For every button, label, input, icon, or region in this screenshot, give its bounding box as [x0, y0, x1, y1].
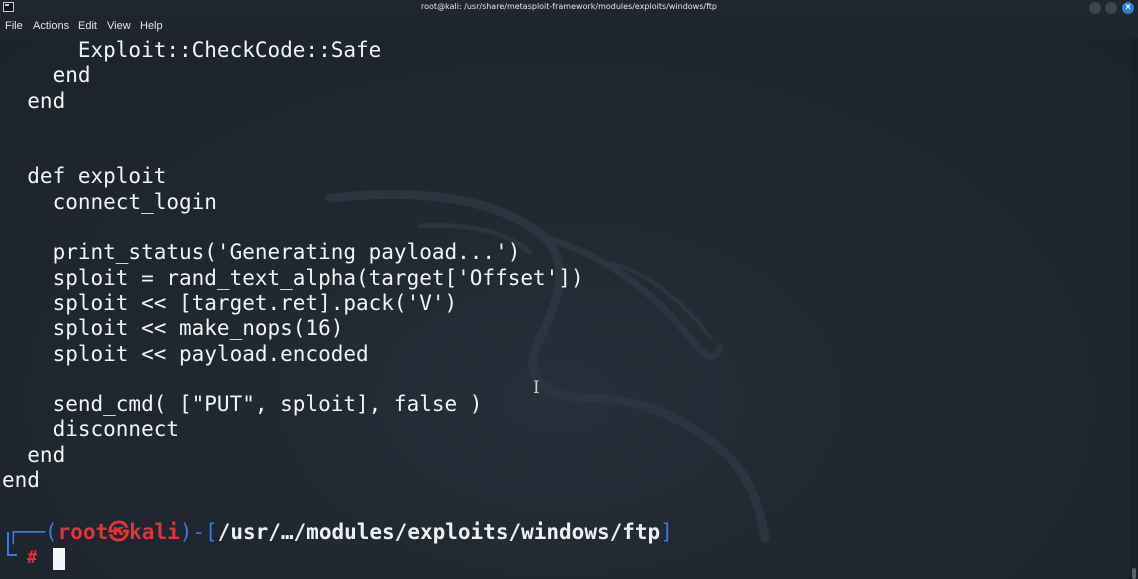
- prompt-close: ]: [660, 520, 673, 544]
- code-line: send_cmd( ["PUT", sploit], false ): [2, 392, 483, 417]
- shell-prompt: ┌──(root㉿kali)-[/usr/…/modules/exploits/…: [7, 519, 673, 545]
- menu-file[interactable]: File: [5, 20, 23, 32]
- code-line: sploit = rand_text_alpha(target['Offset'…: [2, 265, 584, 290]
- code-line: def exploit: [2, 164, 167, 189]
- prompt-path: /usr/…/modules/exploits/windows/ftp: [217, 520, 661, 544]
- ibeam-cursor-icon: I: [533, 378, 540, 398]
- minimize-icon[interactable]: [1089, 2, 1101, 14]
- code-line: sploit << payload.encoded: [2, 341, 369, 366]
- window-title: root@kali: /usr/share/metasploit-framewo…: [421, 2, 717, 11]
- code-line: Exploit::CheckCode::Safe: [2, 38, 382, 62]
- prompt-corner-line: [7, 532, 17, 556]
- code-line: sploit << make_nops(16): [2, 316, 344, 341]
- code-line: end: [2, 442, 66, 467]
- menu-view[interactable]: View: [107, 20, 131, 32]
- prompt-mid: )-[: [179, 520, 218, 544]
- code-line: end: [2, 63, 91, 88]
- maximize-icon[interactable]: [1105, 2, 1117, 14]
- code-line: end: [2, 468, 40, 493]
- code-line: connect_login: [2, 189, 217, 214]
- title-bar[interactable]: root@kali: /usr/share/metasploit-framewo…: [0, 0, 1138, 16]
- scrollbar-thumb[interactable]: [1132, 568, 1136, 579]
- vertical-scrollbar[interactable]: [1130, 38, 1138, 579]
- code-listing: Exploit::CheckCode::Safe end end def exp…: [2, 38, 584, 493]
- prompt-host: kali: [129, 520, 180, 544]
- prompt-user: root: [57, 520, 109, 544]
- code-line: print_status('Generating payload...'): [2, 240, 521, 265]
- text-cursor[interactable]: [53, 548, 65, 570]
- prompt-symbol: #: [27, 548, 38, 568]
- menu-edit[interactable]: Edit: [78, 20, 97, 32]
- menu-actions[interactable]: Actions: [33, 20, 69, 32]
- terminal-window: root@kali: /usr/share/metasploit-framewo…: [0, 0, 1138, 579]
- code-line: disconnect: [2, 417, 180, 442]
- code-line: end: [2, 88, 66, 113]
- menu-bar: File Actions Edit View Help: [0, 16, 1138, 38]
- menu-help[interactable]: Help: [140, 20, 163, 32]
- prompt-separator-icon: ㉿: [108, 520, 130, 544]
- terminal-output[interactable]: Exploit::CheckCode::Safe end end def exp…: [0, 38, 1130, 579]
- code-line: sploit << [target.ret].pack('V'): [2, 290, 458, 315]
- close-icon[interactable]: ×: [1122, 2, 1134, 14]
